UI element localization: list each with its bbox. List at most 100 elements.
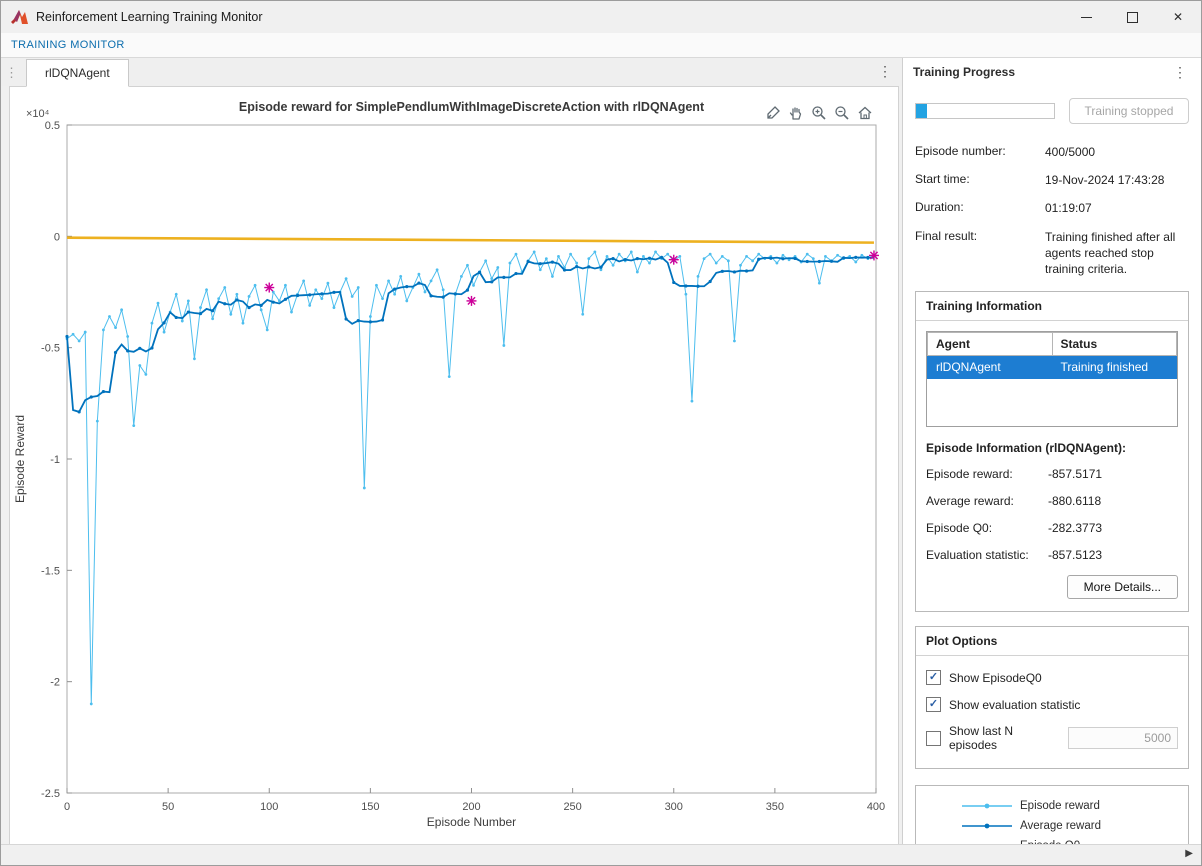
zoom-in-icon[interactable] bbox=[810, 104, 828, 122]
legend-entry-average-reward: Average reward bbox=[960, 819, 1188, 836]
plot-panel: 0501001502002503003504000.50-0.5-1-1.5-2… bbox=[9, 86, 899, 845]
info-row-episode-number: Episode number: 400/5000 bbox=[915, 144, 1189, 160]
svg-text:400: 400 bbox=[867, 801, 885, 813]
agents-table: Agent Status rlDQNAgent Training finishe… bbox=[927, 332, 1177, 379]
svg-text:350: 350 bbox=[766, 801, 784, 813]
average-reward-label: Average reward: bbox=[926, 494, 1048, 508]
ep-row-evaluation-statistic: Evaluation statistic: -857.5123 bbox=[926, 548, 1178, 562]
svg-text:0: 0 bbox=[54, 231, 60, 243]
more-details-button[interactable]: More Details... bbox=[1067, 575, 1178, 599]
minimize-button[interactable] bbox=[1063, 1, 1109, 33]
legend-entry-episode-reward: Episode reward bbox=[960, 799, 1188, 816]
tab-menu-icon[interactable]: ⋮ bbox=[868, 63, 902, 86]
tab-rldqnagent[interactable]: rlDQNAgent bbox=[26, 59, 129, 87]
status-cell: Training finished bbox=[1052, 356, 1177, 379]
svg-text:-2.5: -2.5 bbox=[41, 788, 60, 800]
duration-label: Duration: bbox=[915, 200, 1045, 216]
show-last-n-episodes-checkbox[interactable] bbox=[926, 731, 941, 746]
episode-reward-legend-line-icon bbox=[960, 799, 1014, 816]
window-titlebar: Reinforcement Learning Training Monitor … bbox=[1, 1, 1201, 33]
agent-column-header: Agent bbox=[928, 333, 1053, 356]
panel-menu-icon[interactable]: ⋮ bbox=[1169, 64, 1191, 81]
start-time-value: 19-Nov-2024 17:43:28 bbox=[1045, 172, 1189, 188]
svg-text:-2: -2 bbox=[50, 677, 60, 689]
show-evaluation-statistic-label: Show evaluation statistic bbox=[949, 698, 1080, 712]
svg-text:-1: -1 bbox=[50, 454, 60, 466]
progress-fill bbox=[916, 104, 927, 118]
tab-drag-handle-icon[interactable]: ⋮ bbox=[1, 65, 20, 86]
toolstrip: TRAINING MONITOR bbox=[1, 33, 1201, 58]
checkbox-row-show-episodeq0: ✓ Show EpisodeQ0 bbox=[926, 670, 1178, 685]
bottom-scrollbar[interactable]: ▶ bbox=[1, 844, 1201, 865]
checkbox-row-show-last-n: Show last N episodes bbox=[926, 724, 1178, 752]
svg-text:0.5: 0.5 bbox=[45, 120, 60, 132]
agent-cell: rlDQNAgent bbox=[928, 356, 1053, 379]
duration-value: 01:19:07 bbox=[1045, 200, 1189, 216]
training-information-body: Agent Status rlDQNAgent Training finishe… bbox=[916, 321, 1188, 611]
episode-number-value: 400/5000 bbox=[1045, 144, 1189, 160]
toolstrip-tab-training-monitor[interactable]: TRAINING MONITOR bbox=[11, 39, 125, 51]
matlab-logo-icon bbox=[11, 9, 28, 25]
zoom-out-icon[interactable] bbox=[833, 104, 851, 122]
final-result-label: Final result: bbox=[915, 229, 1045, 278]
reward-chart[interactable]: 0501001502002503003504000.50-0.5-1-1.5-2… bbox=[10, 87, 898, 835]
close-button[interactable]: ✕ bbox=[1155, 1, 1201, 33]
document-tabbar: ⋮ rlDQNAgent ⋮ bbox=[1, 58, 902, 86]
svg-text:150: 150 bbox=[361, 801, 379, 813]
start-time-label: Start time: bbox=[915, 172, 1045, 188]
ep-row-average-reward: Average reward: -880.6118 bbox=[926, 494, 1178, 508]
pan-icon[interactable] bbox=[787, 104, 805, 122]
scroll-right-icon[interactable]: ▶ bbox=[1181, 847, 1197, 860]
episode-number-label: Episode number: bbox=[915, 144, 1045, 160]
window-title: Reinforcement Learning Training Monitor bbox=[36, 10, 263, 24]
show-evaluation-statistic-checkbox[interactable]: ✓ bbox=[926, 697, 941, 712]
svg-text:Episode reward for SimplePendl: Episode reward for SimplePendlumWithImag… bbox=[239, 100, 705, 114]
close-icon: ✕ bbox=[1173, 10, 1183, 24]
show-episodeq0-checkbox[interactable]: ✓ bbox=[926, 670, 941, 685]
maximize-icon bbox=[1127, 12, 1138, 23]
svg-text:300: 300 bbox=[665, 801, 683, 813]
episode-reward-value: -857.5171 bbox=[1048, 467, 1102, 481]
brush-icon[interactable] bbox=[764, 104, 782, 122]
maximize-button[interactable] bbox=[1109, 1, 1155, 33]
legend-label: Episode reward bbox=[1020, 799, 1100, 814]
training-stopped-button[interactable]: Training stopped bbox=[1069, 98, 1189, 124]
restore-view-icon[interactable] bbox=[856, 104, 874, 122]
episode-q0-label: Episode Q0: bbox=[926, 521, 1048, 535]
last-n-episodes-input[interactable] bbox=[1068, 727, 1178, 749]
info-row-start-time: Start time: 19-Nov-2024 17:43:28 bbox=[915, 172, 1189, 188]
svg-text:×10⁴: ×10⁴ bbox=[26, 108, 50, 120]
svg-text:-0.5: -0.5 bbox=[41, 343, 60, 355]
info-row-duration: Duration: 01:19:07 bbox=[915, 200, 1189, 216]
more-details-row: More Details... bbox=[926, 575, 1178, 599]
legend-label: Average reward bbox=[1020, 819, 1101, 834]
training-progress-title: Training Progress bbox=[913, 65, 1015, 79]
progress-row: Training stopped bbox=[915, 98, 1189, 124]
svg-text:Episode Number: Episode Number bbox=[427, 815, 516, 829]
evaluation-statistic-value: -857.5123 bbox=[1048, 548, 1102, 562]
minimize-icon bbox=[1081, 17, 1092, 18]
run-info-list: Episode number: 400/5000 Start time: 19-… bbox=[915, 144, 1189, 277]
svg-text:0: 0 bbox=[64, 801, 70, 813]
episode-q0-value: -282.3773 bbox=[1048, 521, 1102, 535]
agents-table-wrap: Agent Status rlDQNAgent Training finishe… bbox=[926, 331, 1178, 427]
svg-text:100: 100 bbox=[260, 801, 278, 813]
plot-options-title: Plot Options bbox=[916, 627, 1188, 656]
app-window: Reinforcement Learning Training Monitor … bbox=[0, 0, 1202, 866]
svg-text:250: 250 bbox=[563, 801, 581, 813]
status-column-header: Status bbox=[1052, 333, 1177, 356]
ep-row-episode-q0: Episode Q0: -282.3773 bbox=[926, 521, 1178, 535]
training-information-title: Training Information bbox=[916, 292, 1188, 321]
document-area: ⋮ rlDQNAgent ⋮ bbox=[1, 58, 902, 845]
average-reward-legend-line-icon bbox=[960, 819, 1014, 836]
show-episodeq0-label: Show EpisodeQ0 bbox=[949, 671, 1042, 685]
plot-options-group: Plot Options ✓ Show EpisodeQ0 ✓ Show eva… bbox=[915, 626, 1189, 769]
agents-table-header-row: Agent Status bbox=[928, 333, 1177, 356]
table-row[interactable]: rlDQNAgent Training finished bbox=[928, 356, 1177, 379]
training-progress-bar bbox=[915, 103, 1055, 119]
show-last-n-episodes-label: Show last N episodes bbox=[949, 724, 1060, 752]
episode-reward-label: Episode reward: bbox=[926, 467, 1048, 481]
tab-label: rlDQNAgent bbox=[45, 66, 110, 80]
training-progress-body: Training stopped Episode number: 400/500… bbox=[903, 86, 1201, 845]
axes-toolbar bbox=[762, 103, 876, 123]
